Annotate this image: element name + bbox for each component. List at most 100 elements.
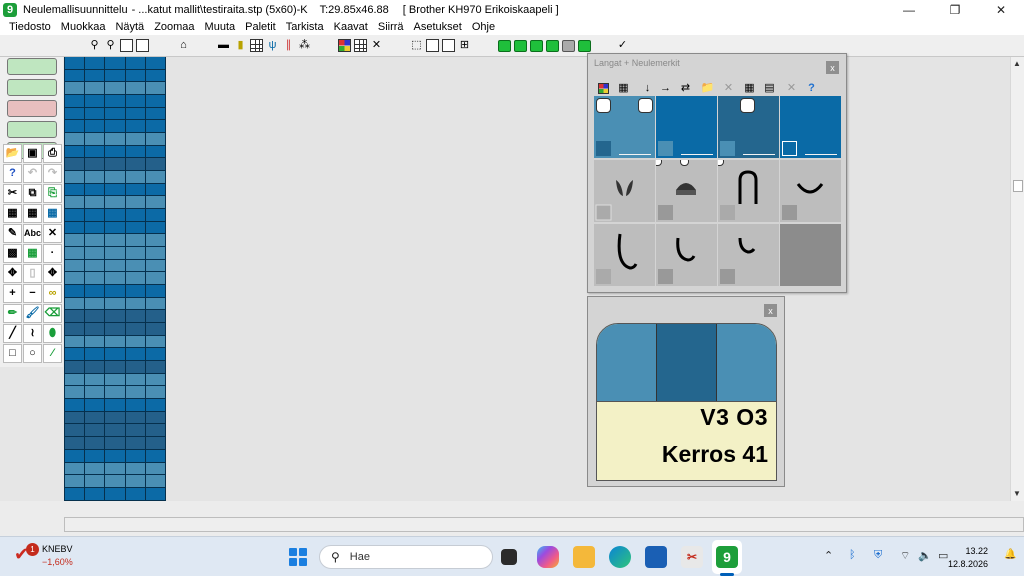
file-explorer-icon[interactable] — [573, 546, 595, 568]
grid-cell[interactable] — [125, 107, 146, 121]
grid-cell[interactable] — [64, 107, 86, 121]
grid-cell[interactable] — [125, 399, 146, 412]
close-button[interactable]: ✕ — [978, 0, 1024, 19]
rectangle-icon[interactable]: □ — [3, 344, 22, 363]
stitch-cell-curve[interactable] — [780, 160, 841, 222]
knit-tool-5-icon[interactable] — [561, 38, 576, 53]
eyedropper-icon[interactable]: ⁄ — [43, 344, 62, 363]
grid-cell[interactable] — [105, 411, 126, 425]
lasso-icon[interactable]: ∞ — [43, 284, 62, 303]
checker-icon[interactable]: ▩ — [3, 244, 22, 263]
open-folder-icon[interactable]: 📁 — [700, 81, 715, 96]
grid-cell[interactable] — [85, 120, 106, 134]
grid-cell[interactable] — [85, 158, 106, 172]
yarns-panel-close-button[interactable]: x — [826, 61, 839, 74]
pattern-grid[interactable] — [64, 57, 166, 501]
grid-view-icon[interactable]: ▦ — [742, 81, 757, 96]
grid-cell[interactable] — [105, 386, 126, 400]
preview-close-button[interactable]: x — [764, 304, 777, 317]
bluetooth-icon[interactable]: ᛒ — [849, 549, 856, 561]
menu-kaavat[interactable]: Kaavat — [329, 21, 373, 33]
grid-cell[interactable] — [85, 196, 106, 210]
grid-cell[interactable] — [125, 171, 146, 184]
security-icon[interactable]: ⛨ — [874, 549, 882, 562]
grid-cell[interactable] — [145, 183, 166, 197]
grid-cell[interactable] — [125, 57, 146, 70]
knit-tool-4-icon[interactable] — [545, 38, 560, 53]
grid-cell[interactable] — [145, 437, 166, 450]
grid-cell[interactable] — [64, 209, 86, 222]
grid-cell[interactable] — [64, 95, 86, 108]
grid-cell[interactable] — [125, 145, 146, 159]
scroll-up-icon[interactable]: ▲ — [1013, 59, 1021, 68]
grid-cell[interactable] — [145, 424, 166, 438]
grid-cell[interactable] — [85, 234, 106, 248]
grid-cell[interactable] — [105, 297, 126, 311]
stitch-cell-knit-purl[interactable] — [656, 160, 717, 222]
stitch-cell-empty[interactable] — [780, 224, 841, 286]
frame-icon[interactable] — [441, 38, 456, 53]
grid-cell[interactable] — [105, 107, 126, 121]
maximize-button[interactable]: ❐ — [932, 0, 978, 19]
grid-cell[interactable] — [145, 221, 166, 235]
grid-cell[interactable] — [85, 323, 106, 336]
grid-cell[interactable] — [85, 487, 106, 501]
menu-zoomaa[interactable]: Zoomaa — [149, 21, 199, 33]
move-down-icon[interactable]: ↓ — [640, 81, 655, 96]
stitch-view-icon[interactable]: ψ — [265, 38, 280, 53]
grid-cell[interactable] — [105, 133, 126, 146]
grid-cell[interactable] — [145, 449, 166, 463]
grid-cell[interactable] — [145, 323, 166, 336]
grid-cell[interactable] — [125, 285, 146, 298]
grid-cell[interactable] — [125, 234, 146, 248]
grid-cell[interactable] — [145, 335, 166, 349]
move-icon[interactable]: ✥ — [3, 264, 22, 283]
grid-cell[interactable] — [64, 57, 86, 70]
fill-pattern-icon[interactable]: ▦ — [23, 244, 42, 263]
grid-cell[interactable] — [125, 259, 146, 273]
stitch-cell-hook-left[interactable] — [594, 224, 655, 286]
brush-icon[interactable]: 🖌 — [23, 304, 42, 323]
grid-cell[interactable] — [105, 361, 126, 374]
grid-cell[interactable] — [64, 475, 86, 488]
ruler-h-icon[interactable]: ▬ — [216, 38, 231, 53]
grid-cell[interactable] — [85, 95, 106, 108]
grid-cell[interactable] — [145, 247, 166, 260]
transform-icon[interactable]: ✕ — [43, 224, 62, 243]
grid-cell[interactable] — [105, 335, 126, 349]
grid-cell[interactable] — [105, 323, 126, 336]
select-icon[interactable]: ⬚ — [409, 38, 424, 53]
menu-tiedosto[interactable]: Tiedosto — [4, 21, 56, 33]
stitch-cell-cable[interactable] — [718, 160, 779, 222]
grid-cell[interactable] — [64, 386, 86, 400]
palette-icon[interactable] — [337, 38, 352, 53]
print-icon[interactable]: ⎙ — [43, 144, 62, 163]
start-button[interactable] — [289, 548, 307, 566]
grid-cell[interactable] — [85, 259, 106, 273]
notifications-icon[interactable]: 🔔 — [1004, 549, 1016, 560]
help-icon[interactable]: ? — [3, 164, 22, 183]
volume-icon[interactable]: 🔈 — [918, 549, 932, 562]
grid-cell[interactable] — [125, 437, 146, 450]
grid-cell[interactable] — [125, 487, 146, 501]
grid-a-icon[interactable]: ▦ — [3, 204, 22, 223]
grid-cell[interactable] — [85, 373, 106, 387]
knit-tool-2-icon[interactable] — [513, 38, 528, 53]
grid-cell[interactable] — [64, 272, 86, 286]
yarn-cell-2[interactable] — [656, 96, 717, 158]
grid-cell[interactable] — [105, 259, 126, 273]
check-icon[interactable]: ✓ — [615, 38, 630, 53]
grid-cell[interactable] — [105, 424, 126, 438]
grid-cell[interactable] — [125, 462, 146, 476]
pencil-icon[interactable]: ✏ — [3, 304, 22, 323]
move-right-icon[interactable]: → — [658, 81, 673, 96]
stitch-cell-hook-tiny[interactable] — [718, 224, 779, 286]
scroll-down-icon[interactable]: ▼ — [1013, 489, 1021, 498]
grid-cell[interactable] — [125, 133, 146, 146]
undo-icon[interactable]: ↶ — [23, 164, 42, 183]
cut-icon[interactable]: ✂ — [3, 184, 22, 203]
grid-cell[interactable] — [145, 487, 166, 501]
grid-cell[interactable] — [85, 399, 106, 412]
grid-cell[interactable] — [105, 449, 126, 463]
knitting-app-icon[interactable]: 9 — [716, 546, 738, 568]
